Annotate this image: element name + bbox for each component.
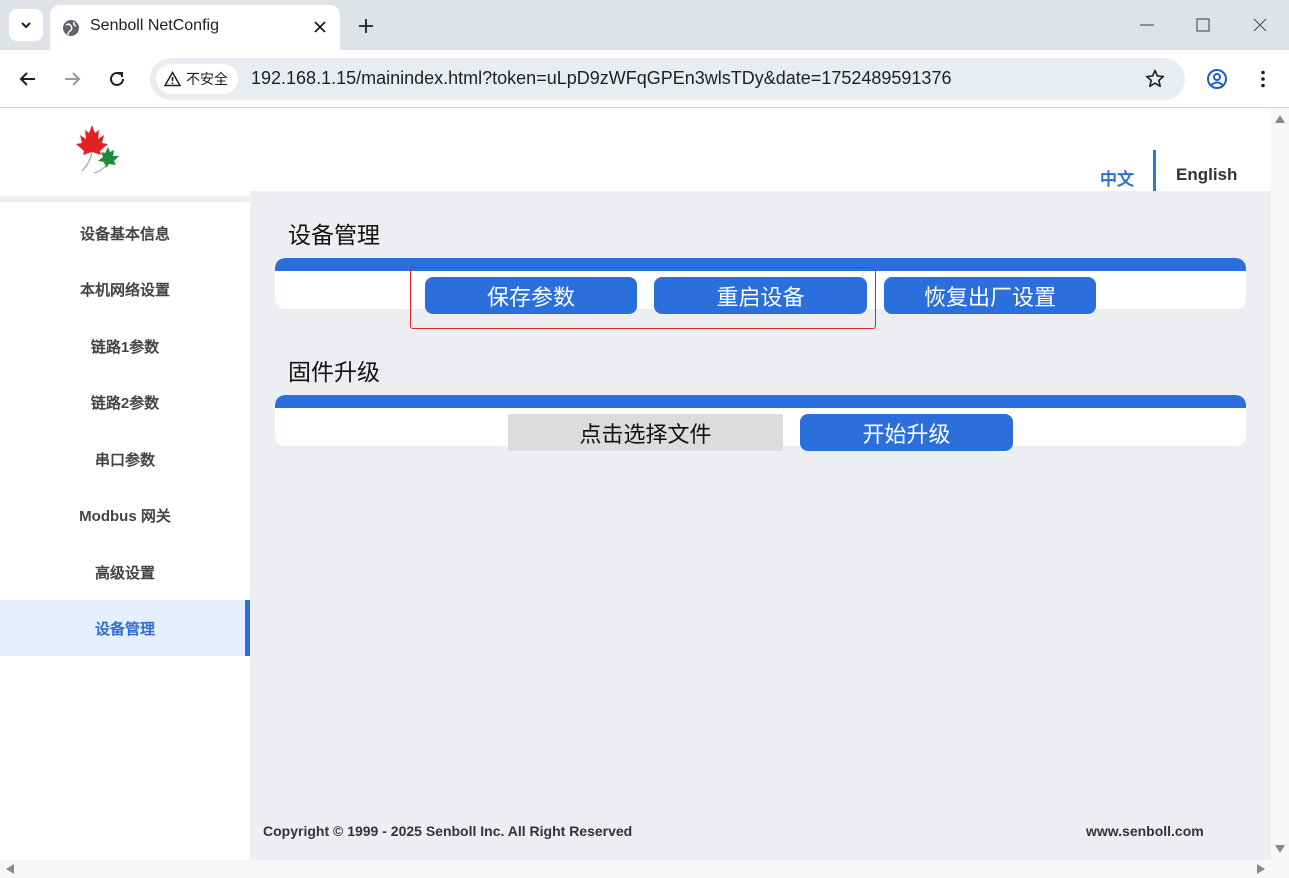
sidebar-item-link2[interactable]: 链路2参数 bbox=[0, 374, 250, 430]
copyright-text: Copyright © 1999 - 2025 Senboll Inc. All… bbox=[263, 823, 633, 839]
scroll-left-icon[interactable] bbox=[6, 864, 14, 874]
web-page: 中文 English 设备基本信息 本机网络设置 链路1参数 链路2参数 串口参… bbox=[0, 109, 1271, 860]
language-english-link[interactable]: English bbox=[1176, 165, 1237, 185]
horizontal-scrollbar[interactable] bbox=[0, 860, 1271, 878]
kebab-menu-icon[interactable] bbox=[1252, 68, 1274, 90]
forward-arrow-icon[interactable] bbox=[61, 68, 83, 90]
scrollbar-corner bbox=[1271, 860, 1289, 878]
chevron-down-icon bbox=[21, 22, 31, 29]
back-arrow-icon[interactable] bbox=[17, 68, 39, 90]
sidebar-item-advanced[interactable]: 高级设置 bbox=[0, 544, 250, 600]
firmware-upgrade-title: 固件升级 bbox=[288, 359, 380, 385]
close-icon[interactable] bbox=[311, 18, 329, 36]
browser-tab[interactable]: Senboll NetConfig bbox=[50, 5, 340, 50]
sidebar-item-device-info[interactable]: 设备基本信息 bbox=[0, 205, 250, 261]
card-header-bar bbox=[275, 395, 1246, 408]
security-chip[interactable]: 不安全 bbox=[156, 64, 238, 94]
scroll-up-icon[interactable] bbox=[1275, 115, 1285, 123]
language-divider bbox=[1153, 150, 1156, 191]
sidebar-item-modbus[interactable]: Modbus 网关 bbox=[0, 487, 250, 543]
device-management-title: 设备管理 bbox=[288, 222, 380, 248]
start-upgrade-button[interactable]: 开始升级 bbox=[800, 414, 1013, 451]
scroll-down-icon[interactable] bbox=[1275, 845, 1285, 853]
choose-file-button[interactable]: 点击选择文件 bbox=[508, 414, 783, 451]
sidebar-item-serial[interactable]: 串口参数 bbox=[0, 431, 250, 487]
plus-icon[interactable] bbox=[355, 15, 377, 37]
sidebar-nav: 设备基本信息 本机网络设置 链路1参数 链路2参数 串口参数 Modbus 网关… bbox=[0, 196, 250, 860]
star-icon[interactable] bbox=[1144, 68, 1166, 90]
maximize-icon[interactable] bbox=[1192, 14, 1214, 36]
maple-leaf-logo bbox=[76, 125, 119, 174]
window-close-icon[interactable] bbox=[1249, 14, 1271, 36]
vertical-scrollbar[interactable] bbox=[1271, 109, 1289, 860]
globe-icon bbox=[63, 20, 79, 36]
minimize-icon[interactable] bbox=[1136, 14, 1158, 36]
browser-tabstrip: Senboll NetConfig bbox=[0, 0, 1289, 50]
sidebar-item-network-settings[interactable]: 本机网络设置 bbox=[0, 261, 250, 317]
url-text[interactable]: 192.168.1.15/mainindex.html?token=uLpD9z… bbox=[251, 68, 951, 89]
tab-search-button[interactable] bbox=[9, 9, 43, 41]
browser-toolbar: 不安全 192.168.1.15/mainindex.html?token=uL… bbox=[0, 50, 1289, 108]
highlight-box bbox=[410, 267, 876, 329]
factory-reset-button[interactable]: 恢复出厂设置 bbox=[884, 277, 1096, 314]
sidebar-item-link1[interactable]: 链路1参数 bbox=[0, 318, 250, 374]
main-content: 设备管理 保存参数 重启设备 恢复出厂设置 固件升级 点击选择文件 开始升级 C… bbox=[250, 191, 1271, 860]
sidebar-item-device-management[interactable]: 设备管理 bbox=[0, 600, 250, 656]
address-bar[interactable]: 不安全 192.168.1.15/mainindex.html?token=uL… bbox=[150, 58, 1185, 100]
security-label: 不安全 bbox=[186, 71, 228, 87]
profile-icon[interactable] bbox=[1206, 68, 1228, 90]
scroll-right-icon[interactable] bbox=[1257, 864, 1265, 874]
tab-title: Senboll NetConfig bbox=[90, 17, 219, 34]
reload-icon[interactable] bbox=[106, 68, 128, 90]
warning-icon bbox=[164, 71, 181, 87]
language-chinese-link[interactable]: 中文 bbox=[1100, 165, 1134, 190]
website-link[interactable]: www.senboll.com bbox=[1086, 823, 1204, 839]
